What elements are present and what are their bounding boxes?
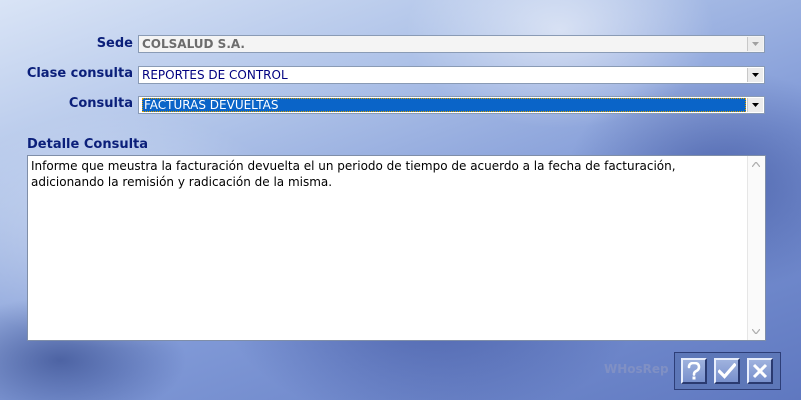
question-icon	[687, 362, 701, 380]
detalle-consulta-label: Detalle Consulta	[27, 137, 149, 152]
clase-consulta-value: REPORTES DE CONTROL	[142, 68, 288, 82]
clase-consulta-select[interactable]: REPORTES DE CONTROL	[138, 66, 765, 84]
chevron-down-icon	[752, 73, 759, 77]
consulta-label: Consulta	[68, 96, 133, 111]
detalle-consulta-textarea[interactable]: Informe que meustra la facturación devue…	[27, 155, 766, 341]
action-toolbar	[674, 352, 781, 390]
accept-button[interactable]	[714, 358, 740, 384]
sede-label: Sede	[96, 36, 133, 51]
consulta-select[interactable]: FACTURAS DEVUELTAS	[138, 96, 765, 114]
chevron-down-icon	[752, 42, 759, 46]
consulta-value: FACTURAS DEVUELTAS	[142, 98, 746, 112]
chevron-down-icon	[752, 103, 759, 107]
consulta-dropdown-button[interactable]	[747, 98, 763, 112]
close-icon	[752, 363, 768, 379]
app-name-watermark: WHosRep	[604, 362, 669, 376]
scroll-up-icon[interactable]	[752, 162, 760, 167]
clase-consulta-dropdown-button[interactable]	[747, 68, 763, 82]
sede-dropdown-button	[747, 37, 763, 51]
detalle-scrollbar[interactable]	[747, 156, 765, 340]
clase-consulta-label: Clase consulta	[26, 66, 133, 81]
sede-value: COLSALUD S.A.	[142, 37, 245, 51]
sede-select: COLSALUD S.A.	[138, 35, 765, 53]
detalle-consulta-text: Informe que meustra la facturación devue…	[31, 159, 676, 189]
cancel-button[interactable]	[747, 358, 773, 384]
check-icon	[718, 363, 736, 379]
scroll-down-icon[interactable]	[752, 329, 760, 334]
help-button[interactable]	[681, 358, 707, 384]
